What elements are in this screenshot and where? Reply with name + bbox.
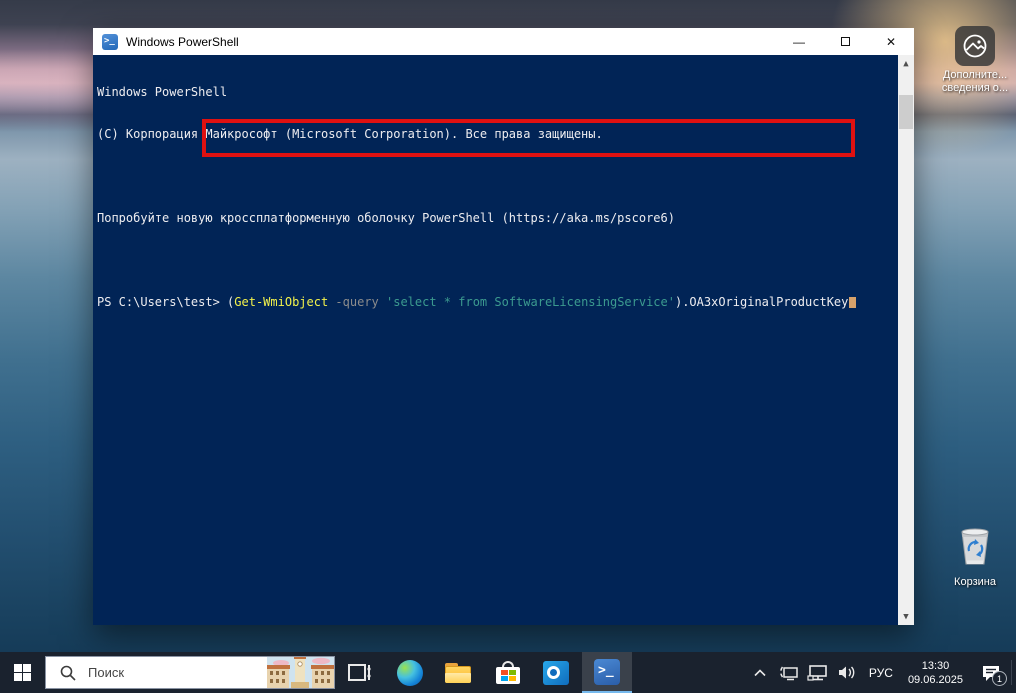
search-input[interactable]: Поиск xyxy=(45,656,335,689)
taskbar-button-microsoft-store[interactable] xyxy=(486,652,530,693)
edge-icon xyxy=(397,660,423,686)
start-button[interactable] xyxy=(0,652,45,693)
cast-icon xyxy=(779,664,799,682)
powershell-icon xyxy=(594,659,620,685)
window-title: Windows PowerShell xyxy=(126,35,239,49)
tray-volume-button[interactable] xyxy=(836,652,858,693)
taskbar-button-outlook[interactable] xyxy=(534,652,578,693)
search-icon xyxy=(60,665,76,681)
speaker-icon xyxy=(837,664,857,681)
ethernet-network-icon xyxy=(807,664,829,682)
file-explorer-icon xyxy=(445,663,471,683)
clock-date: 09.06.2025 xyxy=(908,673,963,687)
prompt: PS C:\Users\test> xyxy=(97,295,227,309)
console-command-line: PS C:\Users\test> (Get-WmiObject -query … xyxy=(97,295,914,309)
taskbar-button-powershell-active[interactable] xyxy=(582,652,632,693)
scrollbar-thumb[interactable] xyxy=(899,95,913,129)
notification-badge: 1 xyxy=(992,671,1007,686)
command-cmdlet: Get-WmiObject xyxy=(234,295,328,309)
taskbar: Поиск xyxy=(0,652,1016,693)
console-output[interactable]: Windows PowerShell (C) Корпорация Майкро… xyxy=(93,55,914,625)
action-center-button[interactable]: 1 xyxy=(974,652,1008,693)
minimize-button[interactable]: — xyxy=(776,28,822,55)
taskbar-button-task-view[interactable] xyxy=(340,652,380,693)
show-desktop-divider[interactable] xyxy=(1011,660,1012,685)
desktop-shortcut-info[interactable]: Дополните... сведения о... xyxy=(933,26,1016,95)
command-tail: ).OA3xOriginalProductKey xyxy=(675,295,848,309)
search-highlight-image[interactable] xyxy=(267,656,334,689)
powershell-window-icon[interactable] xyxy=(102,34,118,50)
desktop-shortcut-recycle-bin[interactable]: Корзина xyxy=(933,524,1016,589)
taskbar-button-file-explorer[interactable] xyxy=(436,652,480,693)
console-line: Windows PowerShell xyxy=(97,85,914,99)
command-string: 'select * from SoftwareLicensingService' xyxy=(386,295,675,309)
console-blank-line xyxy=(97,169,914,183)
outlook-icon xyxy=(543,661,569,685)
powershell-window: Windows PowerShell — ✕ Windows PowerShel… xyxy=(93,28,914,625)
recycle-bin-icon xyxy=(933,524,1016,573)
close-button[interactable]: ✕ xyxy=(868,28,914,55)
window-titlebar[interactable]: Windows PowerShell — ✕ xyxy=(93,28,914,55)
search-placeholder: Поиск xyxy=(88,665,267,680)
scrollbar[interactable]: ▲ ▼ xyxy=(898,55,914,625)
taskbar-clock[interactable]: 13:30 09.06.2025 xyxy=(904,659,967,687)
clock-time: 13:30 xyxy=(908,659,963,673)
text-cursor xyxy=(849,297,856,308)
scroll-up-icon[interactable]: ▲ xyxy=(898,55,914,72)
maximize-icon xyxy=(841,37,850,46)
recycle-bin-label: Корзина xyxy=(933,576,1016,589)
scroll-down-icon[interactable]: ▼ xyxy=(898,608,914,625)
chevron-up-icon xyxy=(754,669,766,677)
desktop: Дополните... сведения о... Корзина xyxy=(0,0,1016,693)
tray-network-button[interactable] xyxy=(807,652,829,693)
microsoft-store-icon xyxy=(496,662,520,684)
task-view-icon xyxy=(348,663,372,683)
console-blank-line xyxy=(97,253,914,267)
command-parameter: -query xyxy=(328,295,386,309)
show-hidden-icons-button[interactable] xyxy=(749,652,771,693)
photo-icon xyxy=(955,26,995,66)
tray-cast-button[interactable] xyxy=(778,652,800,693)
console-line: (C) Корпорация Майкрософт (Microsoft Cor… xyxy=(97,127,914,141)
windows-logo-icon xyxy=(14,664,31,681)
language-indicator[interactable]: РУС xyxy=(865,666,897,680)
taskbar-button-edge[interactable] xyxy=(388,652,432,693)
maximize-button[interactable] xyxy=(822,28,868,55)
shortcut-info-label-line1: Дополните... xyxy=(933,69,1016,82)
system-tray: РУС 13:30 09.06.2025 1 xyxy=(749,652,1008,693)
console-line: Попробуйте новую кроссплатформенную обол… xyxy=(97,211,914,225)
shortcut-info-label-line2: сведения о... xyxy=(933,82,1016,95)
